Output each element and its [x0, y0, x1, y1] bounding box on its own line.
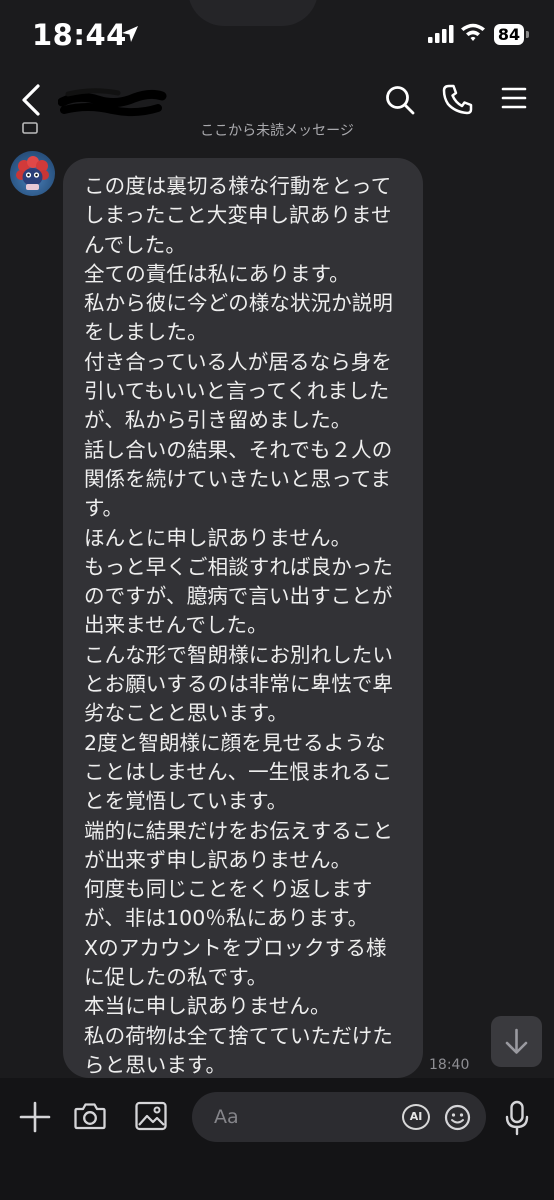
status-bar: 18:44 84	[0, 0, 554, 70]
microphone-icon[interactable]	[504, 1100, 530, 1136]
chat-header	[0, 70, 554, 130]
status-time: 18:44	[32, 18, 127, 52]
plus-icon[interactable]	[18, 1100, 52, 1134]
message-line: 私から彼に今どの様な状況か説明	[84, 291, 393, 316]
message-line: もっと早くご相談すれば良かった	[84, 554, 393, 579]
unread-divider: ここから未読メッセージ	[0, 122, 554, 140]
wifi-icon	[461, 23, 485, 41]
arrow-down-icon	[505, 1028, 528, 1054]
message-line: 端的に結果だけをお伝えすること	[84, 818, 393, 843]
message-line: 私の荷物は全て捨てていただけた	[84, 1023, 393, 1048]
camera-icon[interactable]	[73, 1099, 107, 1133]
message-input[interactable]	[212, 1092, 392, 1142]
message-line: 何度も同じことをくり返します	[84, 877, 373, 902]
message-input-field[interactable]: AI	[192, 1092, 486, 1142]
menu-icon[interactable]	[501, 85, 527, 111]
top-decoration	[188, 0, 318, 26]
message-line: す。	[84, 496, 124, 521]
avatar-image	[16, 156, 49, 190]
back-chevron-icon[interactable]	[18, 83, 48, 117]
message-line: をしました。	[84, 320, 208, 345]
message-line: 話し合いの結果、それでも２人の	[84, 437, 393, 462]
message-line: 劣なことと思います。	[84, 701, 288, 726]
emoji-icon[interactable]	[444, 1104, 471, 1131]
avatar[interactable]	[10, 151, 55, 196]
message-line: こんな形で智朗様にお別れしたい	[84, 642, 393, 667]
message-line: らと思います。	[84, 1052, 227, 1077]
message-line: が、非は100％私にあります。	[84, 906, 369, 931]
unread-marker-icon	[22, 122, 38, 134]
contact-name-redaction	[58, 88, 167, 117]
input-bar: AI	[0, 1078, 554, 1200]
message-text: この度は裏切る様な行動をとって しまったこと大変申し訳ありませ んでした。全ての責任…	[84, 172, 403, 1139]
scroll-down-button[interactable]	[491, 1016, 542, 1067]
message-line: 出来ませんでした。	[84, 613, 268, 638]
message-line: に促したの私です。	[84, 965, 268, 990]
message-line: んでした。	[84, 232, 186, 257]
message-line: 付き合っている人が居るなら身を	[84, 349, 392, 374]
message-line: Xのアカウントをブロックする様	[84, 935, 387, 960]
message-line: この度は裏切る様な行動をとって	[84, 174, 392, 198]
phone-icon[interactable]	[441, 83, 473, 117]
battery-nub	[526, 31, 529, 38]
message-line: 2度と智朗様に顔を見せるような	[84, 730, 386, 755]
message-line: ことはしません、一生恨まれるこ	[84, 759, 393, 784]
location-arrow-icon	[122, 26, 138, 42]
message-line: が出来ず申し訳ありません。	[84, 847, 352, 872]
message-line: のですが、臆病で言い出すことが	[84, 584, 393, 609]
message-line: 引いてもいいと言ってくれました	[84, 379, 390, 404]
message-line: 全ての責任は私にあります。	[84, 261, 350, 286]
message-line: しまったこと大変申し訳ありませ	[84, 203, 392, 228]
message-line: 関係を続けていきたいと思ってま	[84, 466, 391, 491]
chat-screen: 18:44 84 ここから未読メッセージ この度は裏切る様な行動をとって しまっ…	[0, 0, 554, 1200]
message-line: ほんとに申し訳ありません。	[84, 525, 352, 550]
message-line: とお願いするのは非常に卑怯で卑	[84, 672, 393, 697]
search-icon[interactable]	[384, 84, 416, 116]
image-icon[interactable]	[134, 1100, 168, 1132]
message-line: 本当に申し訳ありません。	[84, 994, 331, 1019]
message-timestamp: 18:40	[429, 1057, 470, 1073]
battery-icon: 84	[494, 24, 524, 45]
message-bubble[interactable]: この度は裏切る様な行動をとって しまったこと大変申し訳ありませ んでした。全ての責任…	[63, 158, 423, 1136]
message-line: が、私から引き留めました。	[84, 408, 352, 433]
ai-icon[interactable]: AI	[402, 1104, 430, 1130]
unread-divider-label: ここから未読メッセージ	[200, 123, 354, 139]
signal-icon	[428, 25, 454, 43]
message-line: とを覚悟しています。	[84, 789, 288, 814]
